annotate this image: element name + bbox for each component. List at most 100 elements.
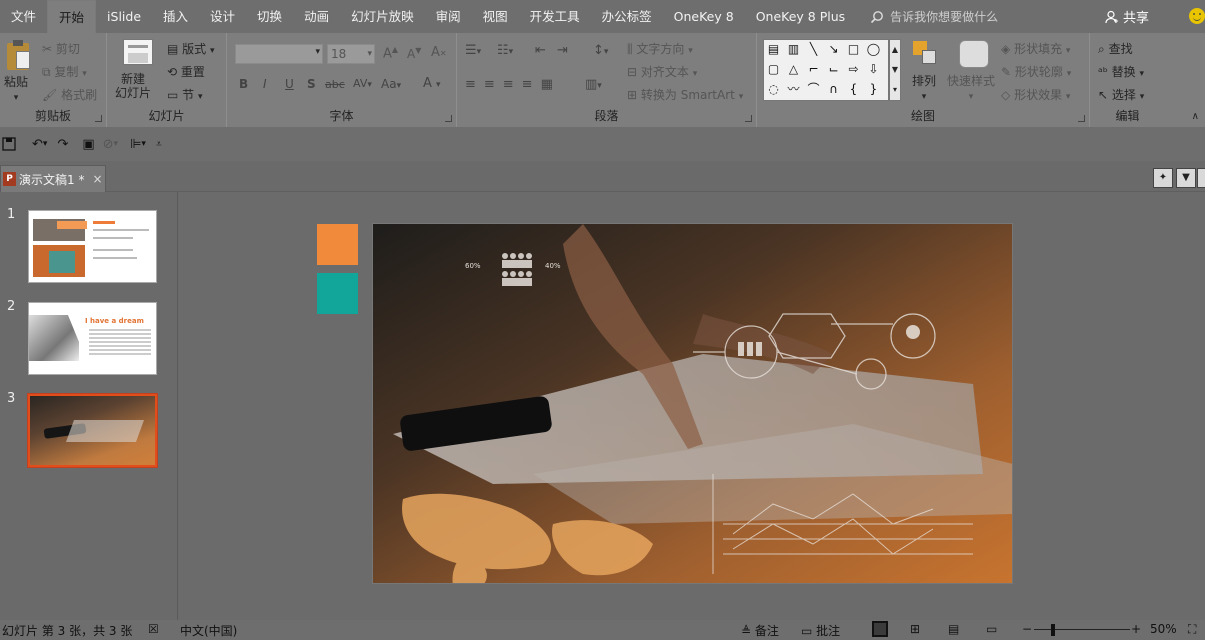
shadow-button[interactable]: S: [307, 77, 316, 91]
columns-button[interactable]: ▥▾: [585, 77, 602, 92]
replace-button[interactable]: ᵃᵇ 替换 ▾: [1098, 63, 1144, 80]
elbow-connector-shape-icon[interactable]: ⌐: [806, 62, 821, 77]
reading-view-icon[interactable]: ▤: [948, 622, 959, 636]
new-document-tab-icon[interactable]: ✦: [1153, 168, 1173, 188]
document-tab[interactable]: P 演示文稿1 * ×: [0, 165, 106, 192]
tell-me-box[interactable]: 告诉我你想要做什么: [870, 8, 998, 25]
shape-outline-button[interactable]: ✎ 形状轮廓 ▾: [1001, 63, 1071, 80]
select-button[interactable]: ↖ 选择 ▾: [1098, 86, 1144, 103]
find-button[interactable]: ⌕ 查找: [1098, 40, 1133, 57]
freeform-shape-icon[interactable]: ◌: [766, 82, 781, 97]
change-case-button[interactable]: Aa▾: [381, 77, 401, 91]
tab-design[interactable]: 设计: [199, 0, 246, 33]
zoom-level[interactable]: 50%: [1150, 622, 1177, 636]
touch-mode-icon[interactable]: ⊘ ▾: [103, 137, 118, 152]
align-objects-icon[interactable]: ⊫ ▾: [130, 137, 146, 152]
tab-home[interactable]: 开始: [47, 0, 97, 33]
arrange-button[interactable]: 排列 ▾: [912, 74, 936, 104]
shape-effects-button[interactable]: ◇ 形状效果 ▾: [1001, 86, 1070, 103]
cut-button[interactable]: ✂ 剪切: [42, 40, 80, 57]
right-arrow-shape-icon[interactable]: ⇨: [846, 62, 861, 77]
zoom-slider-thumb[interactable]: [1051, 624, 1055, 636]
rounded-rect-shape-icon[interactable]: ▢: [766, 62, 781, 77]
tab-onekey8[interactable]: OneKey 8: [663, 0, 745, 33]
slideshow-from-start-icon[interactable]: ▣: [82, 137, 94, 152]
clear-format-button[interactable]: A✕: [431, 45, 447, 60]
textbox-shape-icon[interactable]: ▤: [766, 42, 781, 57]
section-button[interactable]: ▭ 节 ▾: [167, 86, 203, 103]
tab-onekey8plus[interactable]: OneKey 8 Plus: [745, 0, 856, 33]
shrink-font-button[interactable]: A▼: [407, 46, 421, 61]
elbow-arrow-shape-icon[interactable]: ⌙: [826, 62, 841, 77]
layout-button[interactable]: ▤ 版式 ▾: [167, 40, 215, 57]
tab-office-tabs[interactable]: 办公标签: [591, 0, 663, 33]
shapes-gallery[interactable]: ▤ ▥ ╲ ↘ □ ◯ ▢ △ ⌐ ⌙ ⇨ ⇩ ◌ 〰 ⌒ ∩ { }: [763, 39, 889, 101]
slide-thumbnail-2[interactable]: I have a dream: [28, 302, 157, 375]
new-slide-button[interactable]: 新建 幻灯片: [115, 72, 151, 100]
right-brace-shape-icon[interactable]: }: [866, 82, 881, 97]
tab-slideshow[interactable]: 幻灯片放映: [340, 0, 425, 33]
comments-button[interactable]: ▭ 批注: [801, 622, 840, 639]
tab-review[interactable]: 审阅: [425, 0, 472, 33]
tab-insert[interactable]: 插入: [152, 0, 199, 33]
normal-view-icon[interactable]: [872, 621, 888, 637]
copy-button[interactable]: ⧉ 复制 ▾: [42, 63, 87, 80]
zoom-slider[interactable]: [1034, 629, 1130, 630]
numbering-button[interactable]: ☷▾: [497, 43, 513, 58]
vertical-textbox-shape-icon[interactable]: ▥: [786, 42, 801, 57]
down-arrow-shape-icon[interactable]: ⇩: [866, 62, 881, 77]
bullets-button[interactable]: ☰▾: [465, 43, 481, 58]
oval-shape-icon[interactable]: ◯: [866, 42, 881, 57]
language-status[interactable]: 中文(中国): [180, 622, 237, 639]
paragraph-launcher-icon[interactable]: [745, 115, 752, 122]
slide-thumbnail-3[interactable]: [27, 393, 158, 468]
tab-transitions[interactable]: 切换: [246, 0, 293, 33]
redo-icon[interactable]: ↷: [57, 137, 68, 152]
gallery-scroll[interactable]: ▲ ▼ ▾: [889, 39, 901, 101]
line-shape-icon[interactable]: ╲: [806, 42, 821, 57]
collapse-ribbon-icon[interactable]: ∧: [1192, 111, 1199, 122]
font-color-button[interactable]: A ▾: [423, 76, 441, 91]
font-size-field[interactable]: 18 ▾: [327, 44, 375, 64]
quick-styles-button[interactable]: 快速样式 ▾: [947, 74, 995, 104]
notes-button[interactable]: ≜ 备注: [741, 622, 779, 639]
slide-editing-area[interactable]: 60% 40%: [179, 192, 1205, 620]
underline-button[interactable]: U: [285, 77, 294, 91]
slide-sorter-view-icon[interactable]: ⊞: [910, 622, 920, 636]
teal-accent-square[interactable]: [317, 273, 358, 314]
paste-button[interactable]: 粘贴 ▾: [4, 75, 28, 105]
triangle-shape-icon[interactable]: △: [786, 62, 801, 77]
tab-view[interactable]: 视图: [472, 0, 519, 33]
slide-3-canvas[interactable]: 60% 40%: [372, 223, 1013, 584]
curve-shape-icon[interactable]: ∩: [826, 82, 841, 97]
reset-button[interactable]: ⟲ 重置: [167, 63, 205, 80]
drawing-launcher-icon[interactable]: [1078, 115, 1085, 122]
orange-accent-square[interactable]: [317, 224, 358, 265]
tab-close-all-icon[interactable]: [1197, 168, 1205, 188]
tab-list-dropdown-icon[interactable]: ▼: [1176, 168, 1196, 188]
scribble-shape-icon[interactable]: 〰: [786, 82, 801, 97]
grow-font-button[interactable]: A▲: [383, 45, 398, 61]
undo-icon[interactable]: ↶ ▾: [32, 137, 47, 152]
tab-islide[interactable]: iSlide: [96, 0, 152, 33]
font-launcher-icon[interactable]: [445, 115, 452, 122]
left-brace-shape-icon[interactable]: {: [846, 82, 861, 97]
zoom-in-icon[interactable]: +: [1131, 622, 1141, 636]
slideshow-view-icon[interactable]: ▭: [986, 622, 997, 636]
tab-file[interactable]: 文件: [0, 0, 47, 33]
feedback-smiley-icon[interactable]: [1189, 8, 1205, 24]
spellcheck-icon[interactable]: ☒: [148, 622, 159, 636]
convert-smartart-button[interactable]: ⊞ 转换为 SmartArt ▾: [627, 86, 743, 103]
format-painter-button[interactable]: 🖌 格式刷: [42, 86, 97, 103]
clipboard-launcher-icon[interactable]: [95, 115, 102, 122]
customize-qat-icon[interactable]: ⩡: [156, 139, 162, 150]
slide-thumbnail-1[interactable]: [28, 210, 157, 283]
align-text-button[interactable]: ⊟ 对齐文本 ▾: [627, 63, 697, 80]
arrow-line-shape-icon[interactable]: ↘: [826, 42, 841, 57]
increase-indent-button[interactable]: ⇥: [557, 43, 568, 58]
alignment-buttons[interactable]: ≡≡≡≡▦: [465, 77, 561, 92]
save-icon[interactable]: [2, 137, 16, 151]
italic-button[interactable]: I: [263, 77, 267, 91]
text-direction-button[interactable]: ⫼ 文字方向 ▾: [627, 40, 693, 57]
share-button[interactable]: 共享: [1105, 0, 1149, 33]
